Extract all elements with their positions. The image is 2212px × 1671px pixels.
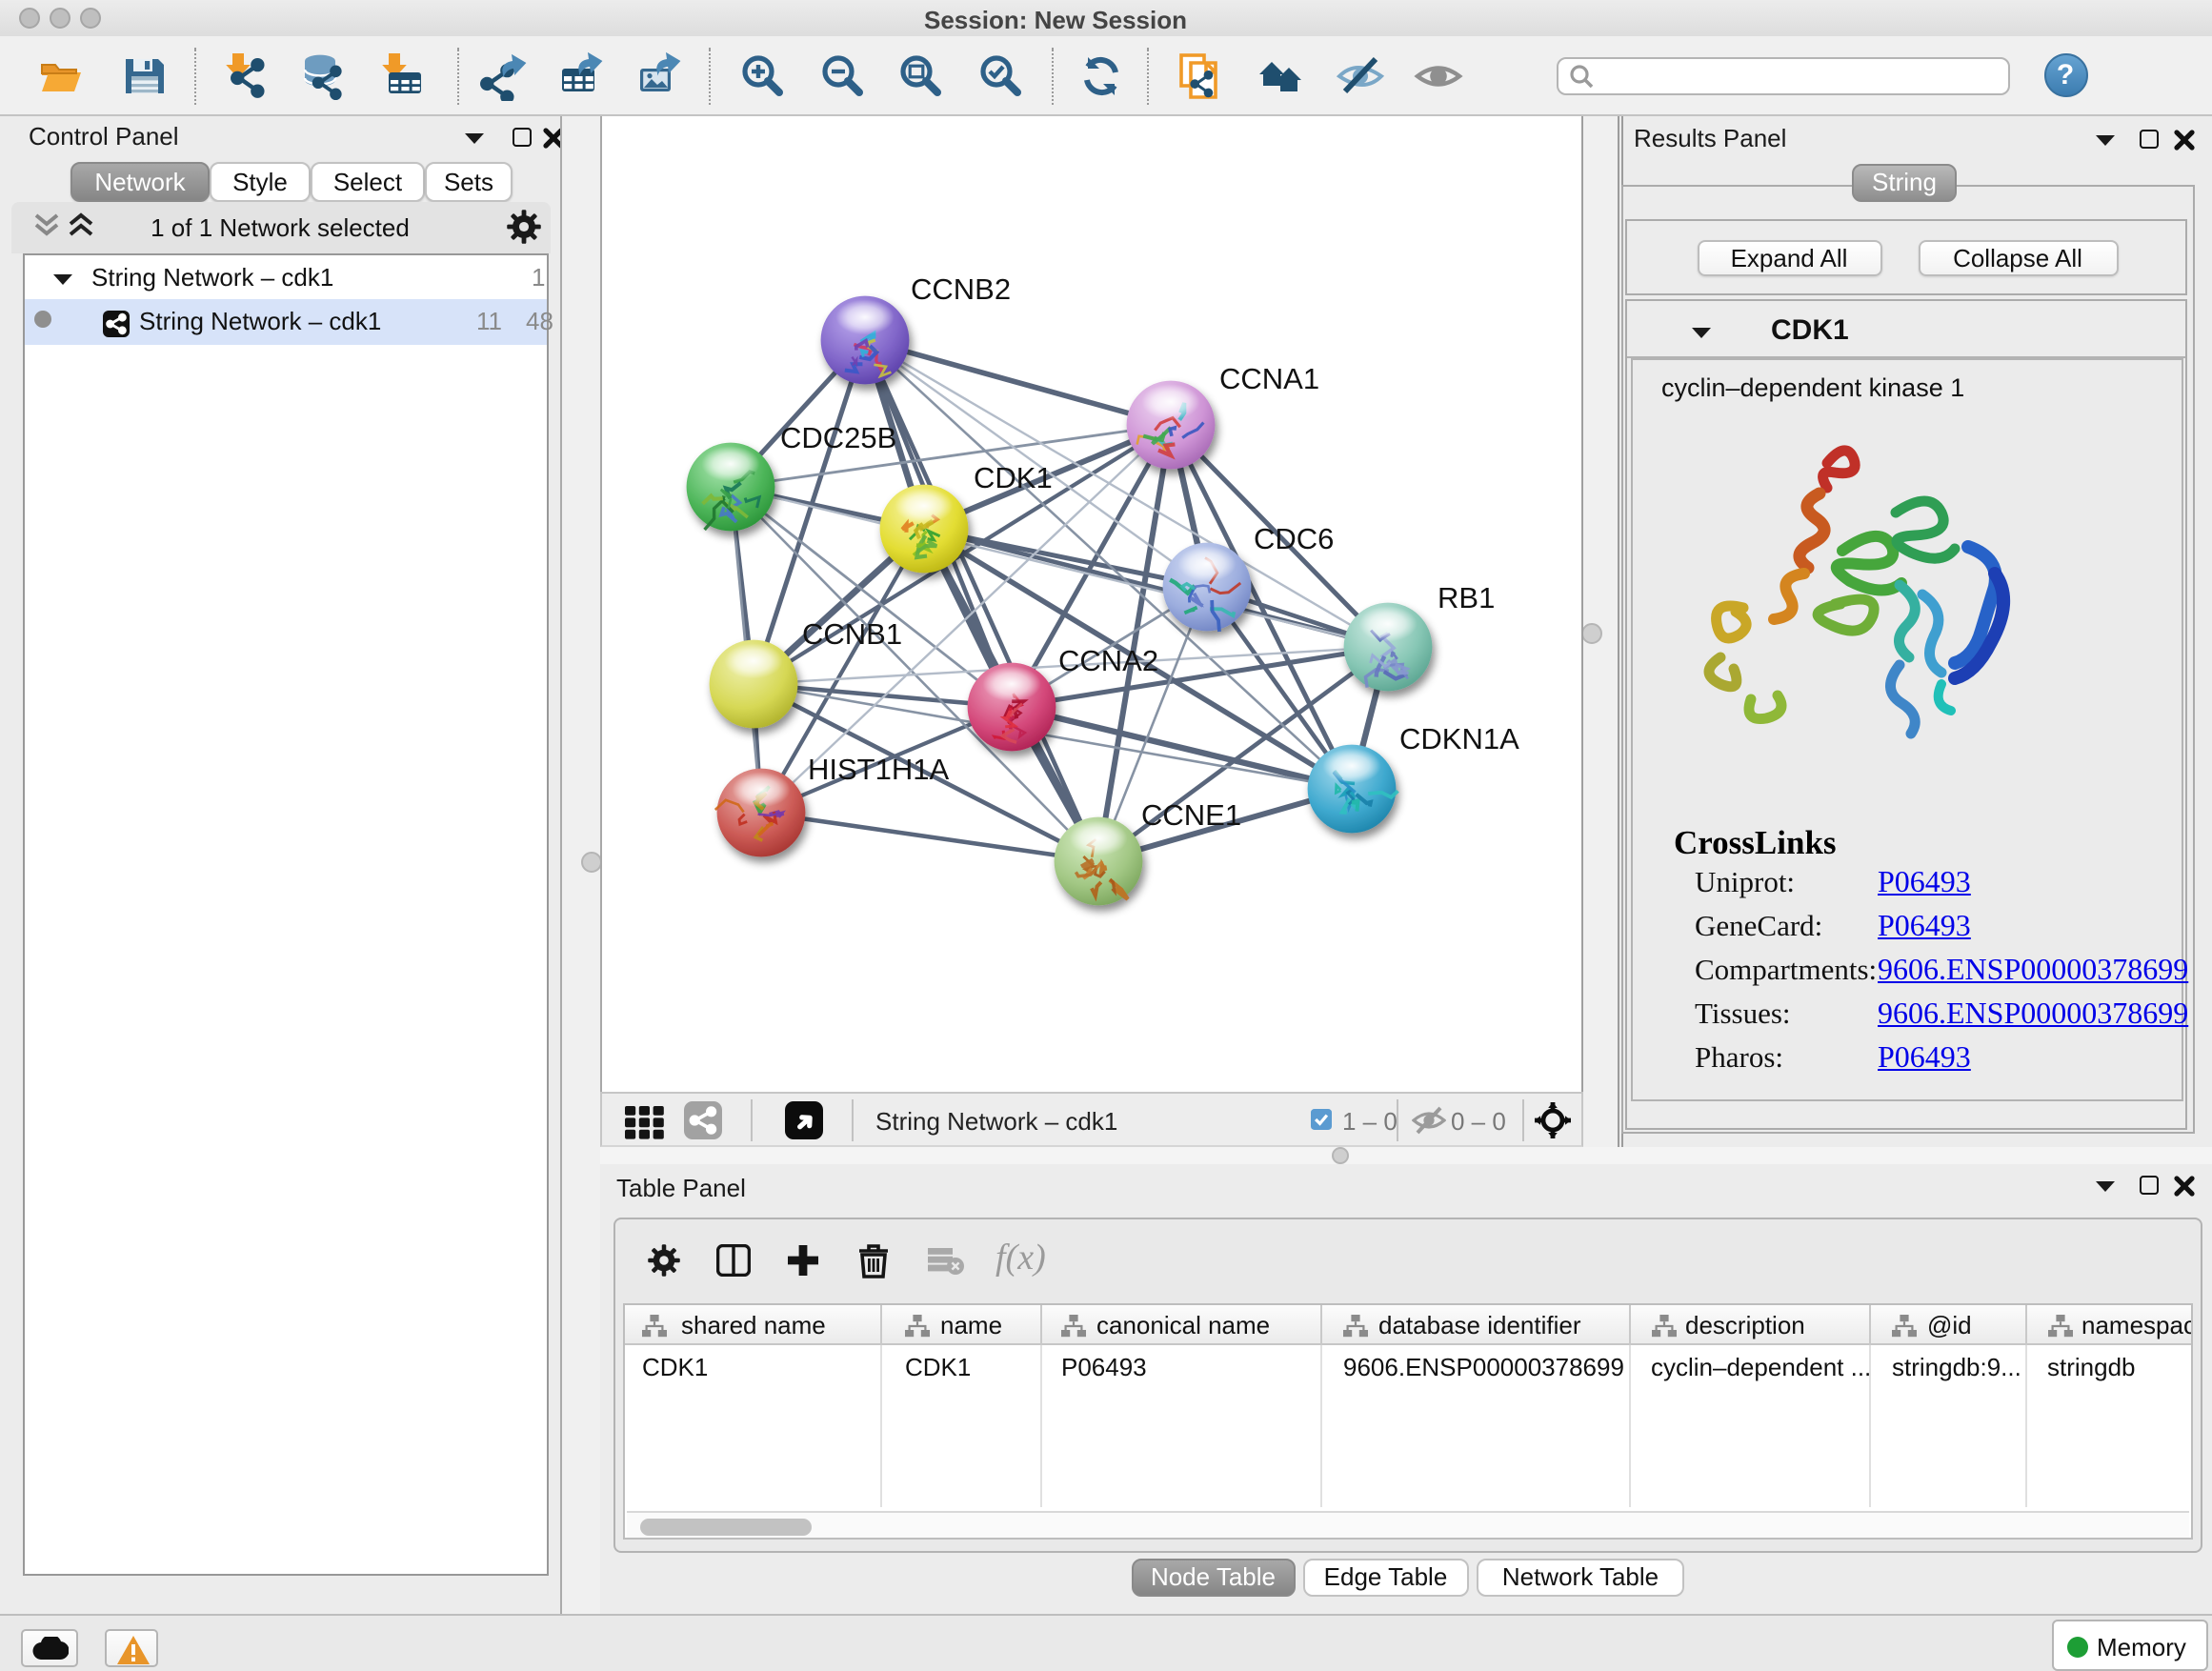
- svg-text:CDKN1A: CDKN1A: [1398, 722, 1518, 755]
- svg-text:CCNB2: CCNB2: [910, 272, 1010, 306]
- svg-text:CCNA2: CCNA2: [1057, 644, 1157, 677]
- svg-text:CDK1: CDK1: [973, 461, 1052, 494]
- svg-text:CCNE1: CCNE1: [1140, 798, 1240, 832]
- svg-text:CCNA1: CCNA1: [1218, 362, 1318, 395]
- svg-text:CDC25B: CDC25B: [779, 421, 895, 454]
- svg-text:CDC6: CDC6: [1253, 522, 1333, 555]
- svg-text:HIST1H1A: HIST1H1A: [807, 753, 948, 786]
- svg-text:RB1: RB1: [1437, 581, 1494, 614]
- svg-text:CCNB1: CCNB1: [801, 617, 901, 651]
